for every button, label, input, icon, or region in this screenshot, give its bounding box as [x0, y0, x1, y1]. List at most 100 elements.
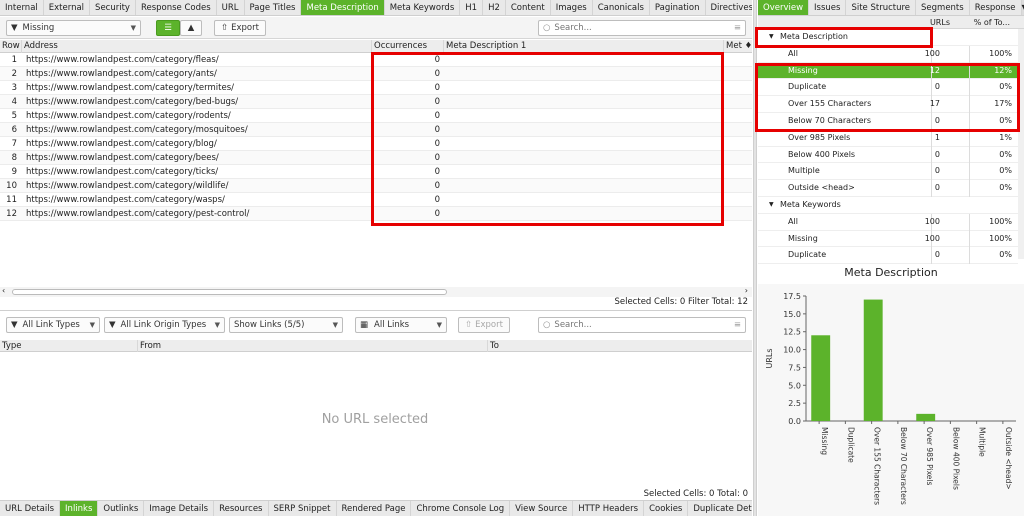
bottom-tab-view-source[interactable]: View Source — [510, 501, 574, 516]
tab-page-titles[interactable]: Page Titles — [245, 0, 302, 15]
tab-pagination[interactable]: Pagination — [650, 0, 706, 15]
overview-section-meta-keywords[interactable]: ▼ Meta Keywords — [758, 197, 1018, 214]
bottom-tab-url-details[interactable]: URL Details — [0, 501, 61, 516]
overview-percent: 17% — [994, 99, 1012, 109]
export-button[interactable]: ⇧ Export — [214, 20, 266, 36]
tab-directives[interactable]: Directives — [706, 0, 753, 15]
tab-h2[interactable]: H2 — [483, 0, 506, 15]
tab-content[interactable]: Content — [506, 0, 551, 15]
right-tab-segments[interactable]: Segments — [916, 0, 970, 15]
table-row[interactable]: 2 https://www.rowlandpest.com/category/an… — [0, 67, 752, 81]
overview-item-multiple[interactable]: Multiple 0 0% — [758, 163, 1018, 181]
lower-search-input[interactable] — [554, 320, 730, 330]
scroll-right-icon[interactable]: › — [745, 286, 748, 295]
table-row[interactable]: 9 https://www.rowlandpest.com/category/ti… — [0, 165, 752, 179]
lower-export-button[interactable]: ⇧ Export — [458, 317, 510, 333]
all-links-select[interactable]: ▦ All Links ▼ — [355, 317, 447, 333]
overview-percent: 0% — [999, 116, 1012, 125]
col-urls[interactable]: URLs — [930, 16, 950, 29]
filter-select[interactable]: ▼ Missing ▼ — [6, 20, 141, 36]
overview-item-missing[interactable]: Missing 12 12% — [758, 62, 1018, 80]
show-links-select[interactable]: Show Links (5/5) ▼ — [229, 317, 343, 333]
panel-splitter[interactable] — [753, 0, 757, 516]
bottom-tab-resources[interactable]: Resources — [214, 501, 269, 516]
bottom-tab-rendered-page[interactable]: Rendered Page — [337, 501, 412, 516]
overview-item-below-70-characters[interactable]: Below 70 Characters 0 0% — [758, 113, 1018, 130]
right-tab-overview[interactable]: Overview — [758, 0, 810, 15]
lower-search-box[interactable]: ○ ≡ — [538, 317, 746, 333]
expand-triangle-icon[interactable]: ▼ — [769, 29, 774, 46]
tab-security[interactable]: Security — [90, 0, 136, 15]
tab-response-codes[interactable]: Response Codes — [136, 0, 217, 15]
col-type[interactable]: Type — [0, 340, 138, 352]
bottom-tab-cookies[interactable]: Cookies — [644, 501, 689, 516]
bottom-tab-duplicate-details[interactable]: Duplicate Details — [688, 501, 752, 516]
overview-item-below-400-pixels[interactable]: Below 400 Pixels 0 0% — [758, 146, 1018, 164]
expand-triangle-icon[interactable]: ▼ — [769, 197, 774, 214]
search-options-icon[interactable]: ≡ — [734, 320, 741, 330]
overview-count: 17 — [929, 99, 940, 109]
list-view-button[interactable]: ☰ — [156, 20, 180, 36]
col-meta-more[interactable]: Met ♦ — [724, 40, 752, 53]
right-tab-site-structure[interactable]: Site Structure — [846, 0, 917, 15]
table-row[interactable]: 4 https://www.rowlandpest.com/category/be… — [0, 95, 752, 109]
tab-canonicals[interactable]: Canonicals — [593, 0, 650, 15]
col-from[interactable]: From — [138, 340, 488, 352]
overview-item-over-155-characters[interactable]: Over 155 Characters 17 17% — [758, 96, 1018, 113]
col-address[interactable]: Address — [22, 40, 372, 53]
link-origin-select[interactable]: ▼ All Link Origin Types ▼ — [104, 317, 225, 333]
bottom-tab-outlinks[interactable]: Outlinks — [98, 501, 145, 516]
bottom-tab-inlinks[interactable]: Inlinks — [60, 501, 99, 516]
x-tick-label: Duplicate — [846, 427, 855, 463]
overview-percent: 100% — [989, 48, 1012, 58]
tab-url[interactable]: URL — [217, 0, 245, 15]
x-tick-label: Below 70 Characters — [899, 427, 908, 505]
overview-item-over-985-pixels[interactable]: Over 985 Pixels 1 1% — [758, 129, 1018, 147]
overview-item-all[interactable]: All 100 100% — [758, 213, 1018, 231]
overview-item-duplicate[interactable]: Duplicate 0 0% — [758, 79, 1018, 97]
col-occurrences[interactable]: Occurrences — [372, 40, 444, 53]
table-row[interactable]: 11 https://www.rowlandpest.com/category/w… — [0, 193, 752, 207]
overview-count: 1 — [934, 132, 940, 142]
bottom-tab-chrome-console-log[interactable]: Chrome Console Log — [411, 501, 511, 516]
tab-meta-keywords[interactable]: Meta Keywords — [385, 0, 461, 15]
overview-item-missing[interactable]: Missing 100 100% — [758, 230, 1018, 248]
tab-images[interactable]: Images — [551, 0, 593, 15]
table-row[interactable]: 10 https://www.rowlandpest.com/category/w… — [0, 179, 752, 193]
col-row[interactable]: Row — [0, 40, 22, 53]
table-row[interactable]: 3 https://www.rowlandpest.com/category/te… — [0, 81, 752, 95]
right-tab-issues[interactable]: Issues — [809, 0, 847, 15]
search-options-icon[interactable]: ≡ — [734, 23, 741, 33]
scrollbar-thumb[interactable] — [12, 289, 447, 295]
overview-section-meta-description[interactable]: ▼ Meta Description — [758, 29, 1018, 46]
grid-search-box[interactable]: ○ ≡ — [538, 20, 746, 36]
table-row[interactable]: 1 https://www.rowlandpest.com/category/fl… — [0, 53, 752, 67]
right-tab-response[interactable]: Response — [970, 0, 1022, 15]
bottom-tab-bar: URL Details Inlinks Outlinks Image Details R… — [0, 500, 752, 516]
grid-search-input[interactable] — [554, 23, 730, 33]
table-row[interactable]: 7 https://www.rowlandpest.com/category/bl… — [0, 137, 752, 151]
col-meta-description[interactable]: Meta Description 1 — [444, 40, 724, 53]
table-row[interactable]: 8 https://www.rowlandpest.com/category/be… — [0, 151, 752, 165]
grid-horizontal-scrollbar[interactable]: ‹ › — [0, 286, 752, 297]
tab-internal[interactable]: Internal — [0, 0, 44, 15]
bottom-tab-serp-snippet[interactable]: SERP Snippet — [269, 501, 337, 516]
tree-view-button[interactable]: ▲ — [180, 20, 202, 36]
overview-item-outside-head[interactable]: Outside <head> 0 0% — [758, 180, 1018, 197]
bottom-tab-http-headers[interactable]: HTTP Headers — [573, 501, 645, 516]
table-row[interactable]: 12 https://www.rowlandpest.com/category/p… — [0, 207, 752, 221]
tab-external[interactable]: External — [44, 0, 91, 15]
table-row[interactable]: 5 https://www.rowlandpest.com/category/ro… — [0, 109, 752, 123]
overview-item-all[interactable]: All 100 100% — [758, 45, 1018, 63]
overview-item-duplicate[interactable]: Duplicate 0 0% — [758, 247, 1018, 265]
link-types-select[interactable]: ▼ All Link Types ▼ — [6, 317, 100, 333]
col-percent[interactable]: % of To... — [974, 16, 1010, 29]
tab-meta-description[interactable]: Meta Description — [301, 0, 385, 15]
bottom-tab-image-details[interactable]: Image Details — [144, 501, 215, 516]
overview-scrollbar[interactable] — [1018, 29, 1024, 259]
col-to[interactable]: To — [488, 340, 752, 352]
table-row[interactable]: 6 https://www.rowlandpest.com/category/mo… — [0, 123, 752, 137]
tab-h1[interactable]: H1 — [460, 0, 484, 15]
overview-label: Below 400 Pixels — [788, 149, 856, 159]
scroll-left-icon[interactable]: ‹ — [2, 286, 5, 295]
